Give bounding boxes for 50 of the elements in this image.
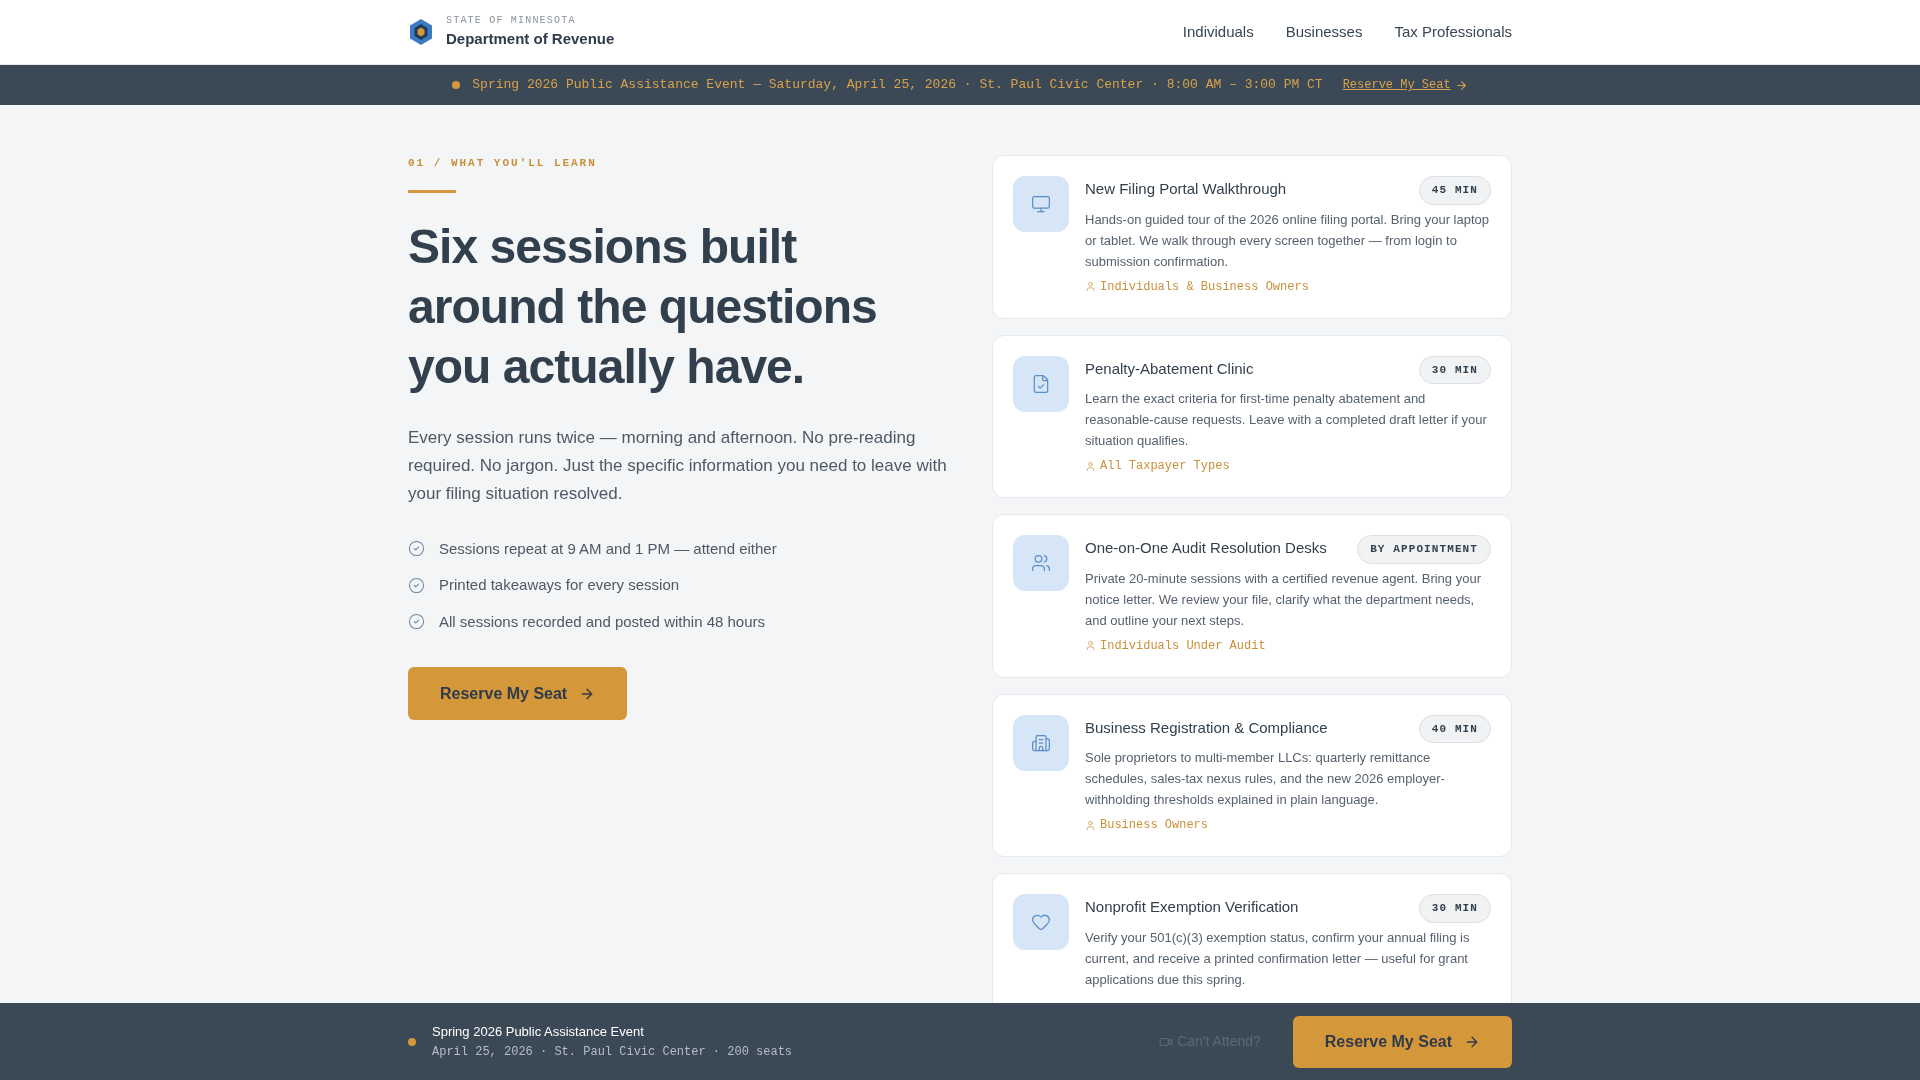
- state-label: STATE OF MINNESOTA: [446, 14, 577, 29]
- session-title: New Filing Portal Walkthrough: [1085, 179, 1287, 199]
- banner-link[interactable]: Reserve My Seat: [1342, 76, 1468, 94]
- check-circle-icon: [408, 613, 425, 631]
- audience-label: Individuals & Business Owners: [1100, 278, 1309, 296]
- session-title: Nonprofit Exemption Verification: [1085, 897, 1299, 917]
- session-description: Hands-on guided tour of the 2026 online filing portal. Bring your laptop or tablet. We walk through every screen together — from login to submission confirmation.: [1085, 210, 1490, 271]
- heart-icon: [1031, 912, 1051, 932]
- banner-text: Spring 2026 Public Assistance Event — Saturday, April 25, 2026 · St. Paul Civic Center · 8:00 AM – 3:00 PM CT: [472, 76, 1323, 95]
- department-name: Department of Revenue: [446, 29, 615, 50]
- audience-label: All Taxpayer Types: [1100, 458, 1230, 475]
- person-icon: [1085, 460, 1096, 472]
- document-check-icon: [1031, 373, 1051, 394]
- session-description: Sole proprietors to multi-member LLCs: quarterly remittance schedules, sales-tax nexus rules, and the new 2026 employer-withholding thresholds explained in plain language.: [1085, 749, 1446, 809]
- arrow-icon: [1454, 78, 1468, 92]
- checklist-item: Printed takeaways for every session: [439, 575, 680, 595]
- nav-link[interactable]: Individuals: [1182, 20, 1254, 44]
- section-eyebrow: 01 / WHAT YOU'LL LEARN: [408, 156, 597, 171]
- check-circle-icon: [408, 540, 425, 558]
- session-title: Penalty-Abatement Clinic: [1085, 358, 1254, 379]
- session-description: Verify your 501(c)(3) exemption status, confirm your annual filing is current, and receive a printed confirmation letter — useful for grant applications due this spring.: [1085, 928, 1471, 989]
- session-description: Private 20-minute sessions with a certified revenue agent. Bring your notice letter. We review your file, clarify what the department needs, and outline your next steps.: [1085, 569, 1482, 630]
- lead-paragraph: Every session runs twice — morning and afternoon. No pre-reading required. No jargon. Just the specific information you need to leave with your filing situation resolved.: [408, 426, 948, 505]
- person-icon: [1085, 640, 1096, 651]
- building-icon: [1031, 732, 1051, 753]
- duration-badge: 30 MIN: [1418, 894, 1491, 923]
- monitor-icon: [1031, 194, 1051, 214]
- event-title: Spring 2026 Public Assistance Event: [432, 1022, 645, 1041]
- duration-badge: BY APPOINTMENT: [1357, 535, 1491, 564]
- logo-icon: [408, 18, 434, 46]
- duration-badge: 45 MIN: [1418, 176, 1491, 205]
- check-circle-icon: [408, 576, 425, 594]
- event-details: April 25, 2026 · St. Paul Civic Center · 200 seats: [432, 1044, 793, 1062]
- reserve-seat-button[interactable]: Reserve My Seat: [1292, 1015, 1512, 1068]
- session-title: One-on-One Audit Resolution Desks: [1085, 538, 1327, 558]
- duration-badge: 30 MIN: [1418, 355, 1491, 384]
- nav-link[interactable]: Businesses: [1285, 20, 1363, 44]
- session-description: Learn the exact criteria for first-time penalty abatement and reasonable-cause requests. Leave with a completed draft letter if your situation qualifies.: [1085, 390, 1488, 450]
- duration-badge: 40 MIN: [1418, 714, 1491, 743]
- checklist-item: All sessions recorded and posted within 48 hours: [439, 611, 766, 632]
- person-icon: [1085, 819, 1096, 831]
- reserve-seat-button[interactable]: Reserve My Seat: [408, 667, 628, 720]
- people-icon: [1031, 553, 1051, 573]
- audience-label: Business Owners: [1100, 817, 1209, 834]
- audience-label: Individuals Under Audit: [1100, 637, 1266, 655]
- person-icon: [1085, 281, 1096, 292]
- checklist-item: Sessions repeat at 9 AM and 1 PM — attend either: [439, 538, 777, 559]
- section-heading: Six sessions built around the questions you actually have.: [408, 218, 878, 395]
- session-title: Business Registration & Compliance: [1085, 717, 1328, 738]
- nav-link[interactable]: Tax Professionals: [1394, 20, 1512, 44]
